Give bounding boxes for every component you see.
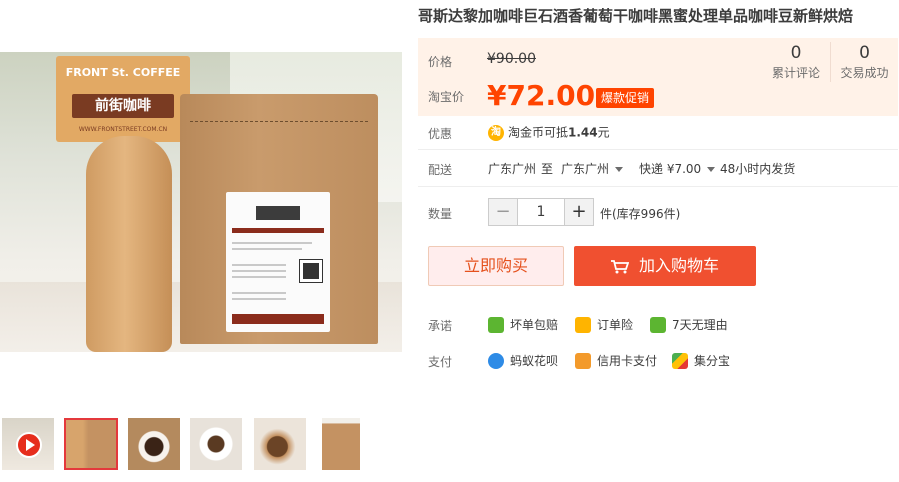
shipping-select[interactable]: 快递 ¥7.00 xyxy=(639,161,716,177)
label-line xyxy=(232,276,286,278)
delivery-label: 配送 xyxy=(428,163,453,177)
thumbnail-bag-small[interactable] xyxy=(322,418,360,470)
promo-badge[interactable]: 爆款促销 xyxy=(596,88,655,108)
delivery-to-select[interactable]: 广东广州 xyxy=(561,161,624,177)
reviews-label: 累计评论 xyxy=(771,66,820,80)
reviews-count: 0 xyxy=(790,43,802,63)
original-price-label: 价格 xyxy=(428,55,453,69)
jifenbao-icon xyxy=(672,352,688,369)
thumbnail-strip xyxy=(0,418,402,470)
quantity-input[interactable]: 1 xyxy=(517,199,565,225)
promise-label: 承诺 xyxy=(428,319,453,333)
payment-item-label: 信用卡支付 xyxy=(597,354,658,368)
add-to-cart-label: 加入购物车 xyxy=(638,256,719,275)
sales-stat: 0 交易成功 xyxy=(830,42,898,82)
buy-now-button[interactable]: 立即购买 xyxy=(428,246,564,286)
payment-item-label: 集分宝 xyxy=(694,354,731,368)
reviews-stat[interactable]: 0 累计评论 xyxy=(762,42,830,82)
payment-item-label: 蚂蚁花呗 xyxy=(510,354,559,368)
qr-code xyxy=(299,259,323,283)
label-line xyxy=(232,248,302,250)
stock-info: 件(库存996件) xyxy=(600,207,681,221)
coffee-bag xyxy=(180,94,378,344)
shield-icon xyxy=(488,316,504,333)
thumbnail-video[interactable] xyxy=(2,418,54,470)
main-product-image[interactable]: FRONT St. COFFEE 前街咖啡 WWW.FRONTSTREET.CO… xyxy=(0,52,402,352)
sign-brand-url: WWW.FRONTSTREET.COM.CN xyxy=(78,126,168,133)
discount-amount: 1.44 xyxy=(568,125,598,140)
promise-item-label: 7天无理由 xyxy=(672,318,728,332)
product-title: 哥斯达黎加咖啡巨石酒香葡萄干咖啡黑蜜处理单品咖啡豆新鲜烘焙 xyxy=(418,7,854,25)
payment-item-credit-card[interactable]: 信用卡支付 xyxy=(575,352,657,369)
thumbnail-bag-front[interactable] xyxy=(64,418,118,470)
huabei-icon xyxy=(488,352,504,369)
label-logo xyxy=(256,206,300,220)
shipping-fee: 快递 ¥7.00 xyxy=(639,162,702,176)
price-box: 价格 ¥90.00 淘宝价 ¥72.00 爆款促销 0 累计评论 0 交易成功 xyxy=(418,38,898,116)
label-line xyxy=(232,292,286,294)
discount-suffix: 元 xyxy=(597,125,610,140)
quantity-minus-button[interactable]: − xyxy=(489,199,517,225)
sales-stats: 0 累计评论 0 交易成功 xyxy=(762,42,898,82)
add-to-cart-button[interactable]: 加入购物车 xyxy=(574,246,756,286)
promise-item-insurance[interactable]: 订单险 xyxy=(575,316,633,333)
promise-item-label: 坏单包赔 xyxy=(510,318,559,332)
bag-zipper xyxy=(190,108,368,122)
divider xyxy=(418,186,898,187)
wooden-bear-figure xyxy=(86,136,172,352)
delivery-to: 广东广州 xyxy=(561,162,610,176)
quantity-label: 数量 xyxy=(428,207,453,221)
brand-sign-board: FRONT St. COFFEE 前街咖啡 WWW.FRONTSTREET.CO… xyxy=(56,56,190,142)
sales-label: 交易成功 xyxy=(840,66,889,80)
credit-card-icon xyxy=(575,352,591,369)
promise-item-damage[interactable]: 坏单包赔 xyxy=(488,316,558,333)
insurance-icon xyxy=(575,316,591,333)
label-line xyxy=(232,270,286,272)
delivery-to-word: 至 xyxy=(541,162,554,176)
label-footer-bar xyxy=(232,314,324,324)
discount-prefix: 淘金币可抵 xyxy=(508,125,569,140)
taobao-price-label: 淘宝价 xyxy=(428,90,465,104)
discount-info: 淘淘金币可抵1.44元 xyxy=(488,124,610,141)
payment-item-jifenbao[interactable]: 集分宝 xyxy=(672,352,730,369)
original-price: ¥90.00 xyxy=(487,51,536,67)
sign-brand-en: FRONT St. COFFEE xyxy=(65,66,181,79)
taobao-coin-icon: 淘 xyxy=(488,124,504,141)
dispatch-time: 48小时内发货 xyxy=(720,162,796,176)
discount-label: 优惠 xyxy=(428,127,453,141)
thumbnail-cup-top[interactable] xyxy=(128,418,180,470)
promise-item-label: 订单险 xyxy=(597,318,634,332)
chevron-down-icon xyxy=(615,167,624,172)
label-title-bar xyxy=(232,228,324,233)
label-line xyxy=(232,242,312,244)
chevron-down-icon xyxy=(707,167,716,172)
quantity-plus-button[interactable]: + xyxy=(565,199,593,225)
payment-item-huabei[interactable]: 蚂蚁花呗 xyxy=(488,352,558,369)
product-page: FRONT St. COFFEE 前街咖啡 WWW.FRONTSTREET.CO… xyxy=(0,0,899,482)
delivery-from: 广东广州 xyxy=(488,162,537,176)
seven-day-icon xyxy=(650,316,666,333)
payment-label: 支付 xyxy=(428,355,453,369)
thumbnail-latte[interactable] xyxy=(254,418,306,470)
cart-icon xyxy=(610,259,629,273)
bag-label xyxy=(226,192,330,332)
quantity-stepper: − 1 + xyxy=(488,198,594,226)
label-line xyxy=(232,298,286,300)
taobao-price: ¥72.00 xyxy=(487,79,596,112)
sales-count: 0 xyxy=(859,43,870,63)
sign-brand-cn: 前街咖啡 xyxy=(72,94,174,118)
thumbnail-cup-saucer[interactable] xyxy=(190,418,242,470)
label-line xyxy=(232,264,286,266)
play-icon[interactable] xyxy=(16,432,42,458)
promise-item-return[interactable]: 7天无理由 xyxy=(650,316,728,333)
divider xyxy=(418,149,898,150)
